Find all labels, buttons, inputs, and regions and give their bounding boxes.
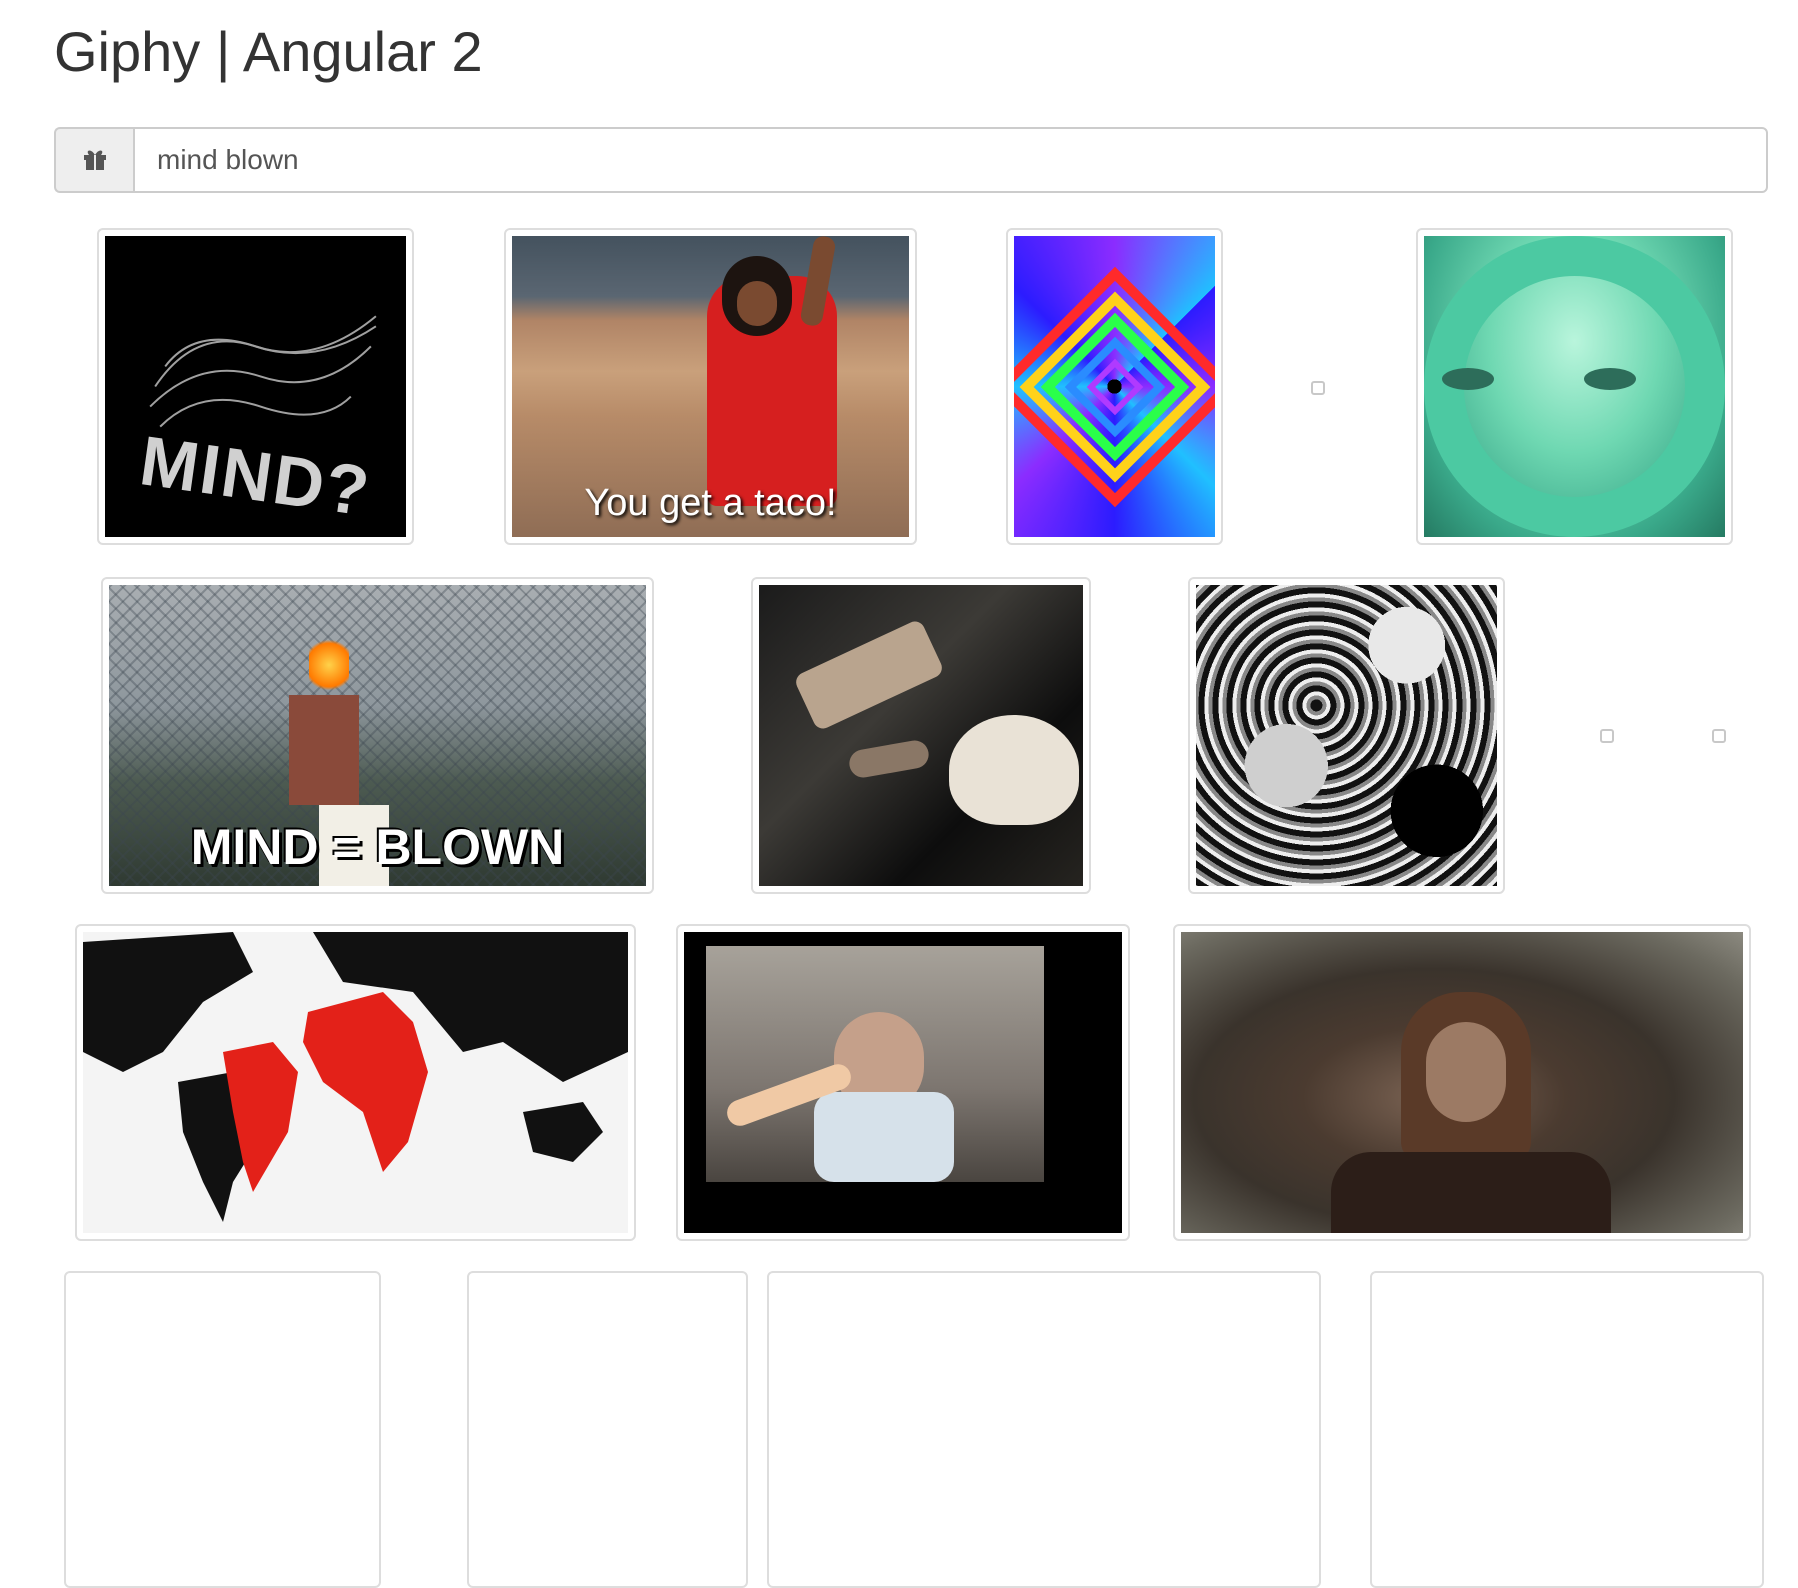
gif-thumbnail[interactable] (751, 577, 1091, 894)
gif-image (684, 932, 1122, 1233)
search-addon (54, 127, 133, 193)
gif-image (1014, 236, 1215, 537)
gif-thumbnail[interactable] (64, 1271, 381, 1588)
gif-thumbnail[interactable] (767, 1271, 1321, 1588)
gif-image: You get a taco! (512, 236, 909, 537)
gif-caption: You get a taco! (584, 482, 837, 524)
gif-thumbnail[interactable] (1006, 228, 1223, 545)
gif-thumbnail[interactable]: You get a taco! (504, 228, 917, 545)
gif-thumbnail[interactable] (1173, 924, 1751, 1241)
image-loading-placeholder-icon (1600, 729, 1614, 743)
gif-thumbnail[interactable]: MIND = BLOWN (101, 577, 654, 894)
gif-image (1196, 585, 1497, 886)
page-title: Giphy | Angular 2 (54, 20, 483, 83)
gif-thumbnail[interactable] (1416, 228, 1733, 545)
image-loading-placeholder-icon (1311, 381, 1325, 395)
gif-thumbnail[interactable]: MIND? (97, 228, 414, 545)
gif-image (1424, 236, 1725, 537)
gif-caption: MIND = BLOWN (190, 819, 565, 875)
gif-image (1181, 932, 1743, 1233)
gif-thumbnail[interactable] (676, 924, 1130, 1241)
gif-thumbnail[interactable] (1370, 1271, 1764, 1588)
search-input[interactable] (133, 127, 1768, 193)
gif-image: MIND = BLOWN (109, 585, 646, 886)
gif-thumbnail[interactable] (467, 1271, 748, 1588)
gif-image (83, 932, 628, 1233)
gift-icon (82, 145, 108, 176)
gif-image: MIND? (105, 236, 406, 537)
gif-thumbnail[interactable] (75, 924, 636, 1241)
search-group (54, 127, 1768, 193)
image-loading-placeholder-icon (1712, 729, 1726, 743)
gif-thumbnail[interactable] (1188, 577, 1505, 894)
gif-image (759, 585, 1083, 886)
